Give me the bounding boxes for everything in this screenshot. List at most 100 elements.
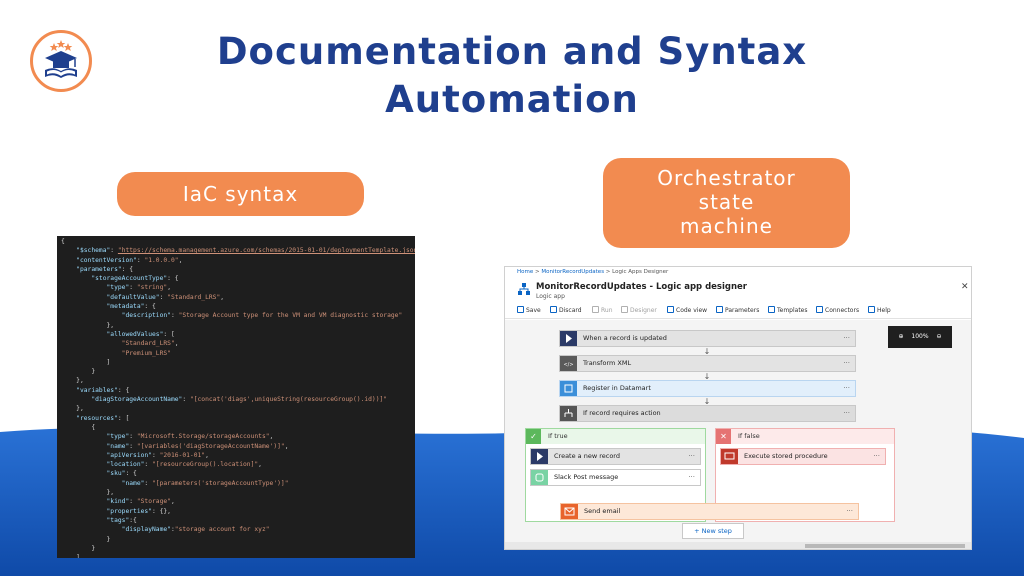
save-button[interactable]: Save xyxy=(517,306,541,314)
code-line: { xyxy=(61,423,415,432)
code-token: "name" xyxy=(106,442,130,450)
step-trigger[interactable]: When a record is updated ··· xyxy=(559,330,856,347)
branch-false-label: If false xyxy=(738,432,760,440)
step-condition-label: If record requires action xyxy=(583,409,661,417)
code-token: , xyxy=(174,340,179,348)
code-token: : { xyxy=(125,470,137,478)
new-step-button[interactable]: + New step xyxy=(682,523,744,539)
code-token: } xyxy=(61,544,96,552)
step-send-email[interactable]: Send email ··· xyxy=(560,503,859,520)
code-line: "parameters": { xyxy=(61,265,415,274)
code-line: "name": "[parameters('storageAccountType… xyxy=(61,479,415,488)
zoom-in-icon[interactable]: ⊕ xyxy=(898,333,903,340)
step-register-datamart[interactable]: Register in Datamart ··· xyxy=(559,380,856,397)
designer-button[interactable]: Designer xyxy=(621,306,657,314)
code-line: "variables": { xyxy=(61,386,415,395)
code-token: , xyxy=(178,256,183,264)
code-line: "Standard_LRS", xyxy=(61,339,415,348)
code-token: ] xyxy=(61,358,111,366)
code-token: } xyxy=(61,535,111,543)
orchestrator-label-line: state xyxy=(698,190,755,214)
more-options-icon[interactable]: ··· xyxy=(846,504,853,519)
code-token: "tags" xyxy=(106,516,130,524)
code-line: "kind": "Storage", xyxy=(61,497,415,506)
code-token: "2016-01-01" xyxy=(159,451,206,459)
breadcrumb-home[interactable]: Home xyxy=(517,269,533,275)
run-icon xyxy=(592,306,599,313)
xml-icon: </> xyxy=(560,356,577,371)
action-label: Create a new record xyxy=(554,452,620,460)
code-line: "tags":{ xyxy=(61,516,415,525)
code-token: }, xyxy=(61,377,84,385)
zoom-out-icon[interactable]: ⊖ xyxy=(937,333,942,340)
code-line: }, xyxy=(61,321,415,330)
code-token: "parameters" xyxy=(76,265,122,273)
code-token: : xyxy=(110,247,118,255)
branch-false-header[interactable]: ✕ If false xyxy=(716,429,894,444)
code-view-button[interactable]: Code view xyxy=(667,306,707,314)
more-options-icon[interactable]: ··· xyxy=(843,406,850,421)
code-token: "diagStorageAccountName" xyxy=(91,396,183,404)
breadcrumb: Home > MonitorRecordUpdates > Logic Apps… xyxy=(517,269,668,275)
database-icon xyxy=(560,381,577,396)
more-options-icon[interactable]: ··· xyxy=(688,470,695,485)
branch-true-header[interactable]: ✓ If true xyxy=(526,429,705,444)
code-token: "defaultValue" xyxy=(106,293,160,301)
more-options-icon[interactable]: ··· xyxy=(843,356,850,371)
templates-button[interactable]: Templates xyxy=(768,306,808,314)
discard-button[interactable]: Discard xyxy=(550,306,582,314)
code-view-icon xyxy=(667,306,674,313)
scrollbar-thumb[interactable] xyxy=(805,544,965,548)
code-token: "https://schema.management.azure.com/sch… xyxy=(117,247,415,255)
more-options-icon[interactable]: ··· xyxy=(873,449,880,464)
close-icon[interactable]: ✕ xyxy=(961,282,969,292)
help-button[interactable]: Help xyxy=(868,306,891,314)
horizontal-scrollbar[interactable] xyxy=(505,542,971,549)
step-register-label: Register in Datamart xyxy=(583,384,651,392)
code-token: "[variables('diagStorageAccountName')]" xyxy=(136,442,285,450)
more-options-icon[interactable]: ··· xyxy=(843,331,850,346)
step-send-email-label: Send email xyxy=(584,507,621,515)
code-line: "type": "string", xyxy=(61,283,415,292)
step-condition[interactable]: If record requires action ··· xyxy=(559,405,856,422)
run-button[interactable]: Run xyxy=(592,306,613,314)
svg-text:</>: </> xyxy=(563,362,573,368)
code-line: }, xyxy=(61,488,415,497)
step-transform-xml[interactable]: </> Transform XML ··· xyxy=(559,355,856,372)
code-token: : { xyxy=(144,303,156,311)
code-token: "string" xyxy=(136,284,168,292)
action-slack-post[interactable]: Slack Post message ··· xyxy=(530,469,701,486)
code-token: : xyxy=(129,498,137,506)
designer-canvas[interactable]: When a record is updated ··· ↓ </> Trans… xyxy=(505,320,971,542)
action-create-record[interactable]: Create a new record ··· xyxy=(530,448,701,465)
code-line: "location": "[resourceGroup().location]"… xyxy=(61,460,415,469)
designer-label: Designer xyxy=(630,307,657,314)
breadcrumb-record[interactable]: MonitorRecordUpdates xyxy=(541,269,604,275)
more-options-icon[interactable]: ··· xyxy=(688,449,695,464)
code-line: "description": "Storage Account type for… xyxy=(61,311,415,320)
help-icon xyxy=(868,306,875,313)
parameters-button[interactable]: Parameters xyxy=(716,306,759,314)
action-execute-procedure[interactable]: Execute stored procedure ··· xyxy=(720,448,886,465)
code-token: : xyxy=(144,479,153,487)
code-line: ] xyxy=(61,358,415,367)
code-line: "sku": { xyxy=(61,469,415,478)
code-token: : xyxy=(182,396,190,404)
code-token: "Standard_LRS" xyxy=(121,340,175,348)
code-line: }, xyxy=(61,376,415,385)
connectors-button[interactable]: Connectors xyxy=(816,306,859,314)
more-options-icon[interactable]: ··· xyxy=(843,381,850,396)
code-line: } xyxy=(61,535,415,544)
